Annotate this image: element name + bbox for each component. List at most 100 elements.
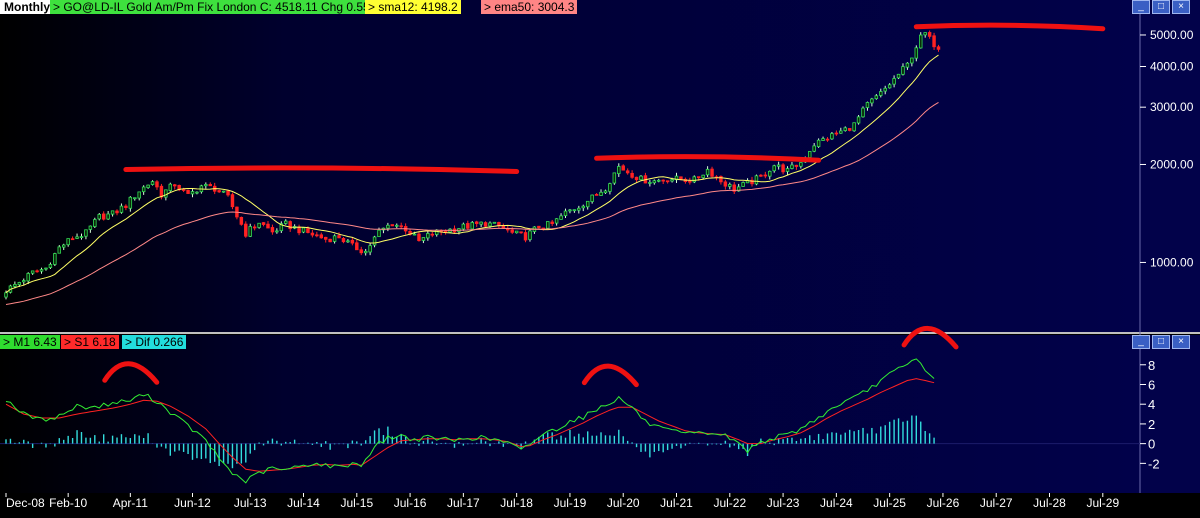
candle-down — [159, 185, 164, 198]
candle-down — [186, 189, 190, 194]
price-tick-label: 2000.00 — [1150, 157, 1194, 171]
chart-canvas[interactable]: 1000.00 2000.00 3000.00 4000.00 5000.00 8 6 4 2 0… — [0, 0, 1200, 513]
candle-up — [816, 139, 821, 147]
candle-down — [847, 128, 852, 131]
candle-up — [301, 227, 306, 233]
candle-down — [417, 233, 421, 242]
close-icon[interactable]: × — [1172, 335, 1190, 349]
price-pane-window-controls: _ □ × — [1132, 0, 1190, 14]
candle-up — [768, 170, 772, 177]
candle-up — [30, 270, 35, 274]
candle-up — [93, 219, 97, 227]
candle-up — [892, 78, 896, 85]
candle-up — [874, 95, 879, 99]
candle-up — [901, 66, 905, 75]
price-pane-background — [0, 0, 1140, 332]
candle-up — [492, 221, 497, 224]
candle-down — [390, 224, 395, 227]
candle-down — [226, 190, 230, 196]
candle-down — [710, 168, 714, 177]
candle-up — [612, 172, 617, 184]
candle-down — [696, 176, 701, 179]
time-tick-label: Jul-15 — [340, 496, 373, 510]
candle-up — [79, 236, 84, 238]
candle-down — [621, 165, 625, 171]
s1-legend[interactable]: > S1 6.18 — [61, 335, 119, 349]
candle-up — [692, 176, 697, 183]
indicator-tick-label: 2 — [1148, 417, 1155, 432]
candle-down — [181, 189, 186, 191]
minimize-icon[interactable]: _ — [1132, 335, 1150, 349]
time-tick-label: Jul-26 — [927, 496, 960, 510]
candle-up — [865, 102, 870, 108]
candle-up — [57, 246, 62, 254]
time-tick-label: Dec-08 — [6, 496, 45, 510]
candle-up — [4, 292, 8, 298]
minimize-icon[interactable]: _ — [1132, 0, 1150, 14]
candle-up — [150, 181, 155, 185]
restore-icon[interactable]: □ — [1152, 335, 1170, 349]
candle-up — [617, 166, 621, 174]
candle-up — [657, 179, 661, 182]
restore-icon[interactable]: □ — [1152, 0, 1170, 14]
candle-down — [230, 194, 235, 208]
time-tick-label: Jul-24 — [820, 496, 853, 510]
time-tick-label: Jul-20 — [607, 496, 640, 510]
time-tick-label: Jul-13 — [234, 496, 267, 510]
candle-up — [790, 164, 794, 169]
candle-down — [537, 225, 541, 229]
candle-up — [839, 130, 843, 134]
candle-up — [670, 179, 674, 182]
candle-up — [190, 191, 195, 195]
price-tick-label: 3000.00 — [1150, 100, 1194, 114]
candle-down — [759, 174, 763, 177]
candle-down — [244, 223, 248, 237]
candle-up — [17, 282, 22, 286]
candle-up — [914, 47, 919, 59]
ema-legend[interactable]: > ema50: 3004.3 — [481, 0, 578, 14]
indicator-tick-label: -2 — [1148, 456, 1160, 471]
time-tick-label: Jul-18 — [500, 496, 533, 510]
time-tick-label: Jul-16 — [394, 496, 427, 510]
candle-down — [483, 222, 488, 227]
candle-up — [923, 32, 927, 36]
candle-up — [554, 218, 559, 224]
price-tick-label: 4000.00 — [1150, 60, 1194, 74]
candle-down — [217, 190, 221, 193]
candle-down — [466, 223, 470, 229]
candle-up — [377, 229, 381, 238]
time-tick-label: Jul-17 — [447, 496, 480, 510]
candle-down — [594, 193, 599, 196]
candle-up — [97, 214, 101, 220]
candle-up — [332, 235, 337, 242]
candle-up — [585, 200, 590, 208]
candle-down — [350, 239, 355, 244]
candle-down — [337, 235, 341, 239]
candle-up — [772, 165, 776, 172]
sma-legend[interactable]: > sma12: 4198.2 — [365, 0, 461, 14]
candle-up — [639, 175, 643, 181]
candle-up — [412, 233, 417, 236]
candle-up — [590, 194, 594, 202]
candle-up — [133, 197, 137, 200]
price-tick-label: 1000.00 — [1150, 255, 1194, 269]
candle-up — [905, 62, 910, 68]
candle-down — [266, 223, 270, 229]
candle-up — [26, 273, 30, 282]
candle-up — [785, 168, 790, 172]
candle-up — [48, 264, 53, 268]
candle-up — [164, 189, 168, 198]
symbol-legend[interactable]: > GO@LD-IL Gold Am/Pm Fix London C: 4518… — [50, 0, 373, 14]
candle-down — [341, 238, 346, 243]
time-tick-label: Jul-28 — [1033, 496, 1066, 510]
period-label[interactable]: Monthly — [0, 0, 54, 14]
candle-up — [146, 184, 150, 188]
price-chart-window[interactable]: 1000.00 2000.00 3000.00 4000.00 5000.00 8 6 4 2 0… — [0, 0, 1200, 513]
candle-down — [794, 164, 799, 167]
dif-legend[interactable]: > Dif 0.266 — [122, 335, 187, 349]
candle-down — [359, 249, 363, 254]
m1-legend[interactable]: > M1 6.43 — [0, 335, 60, 349]
close-icon[interactable]: × — [1172, 0, 1190, 14]
candle-up — [461, 223, 466, 230]
candle-up — [386, 224, 390, 229]
